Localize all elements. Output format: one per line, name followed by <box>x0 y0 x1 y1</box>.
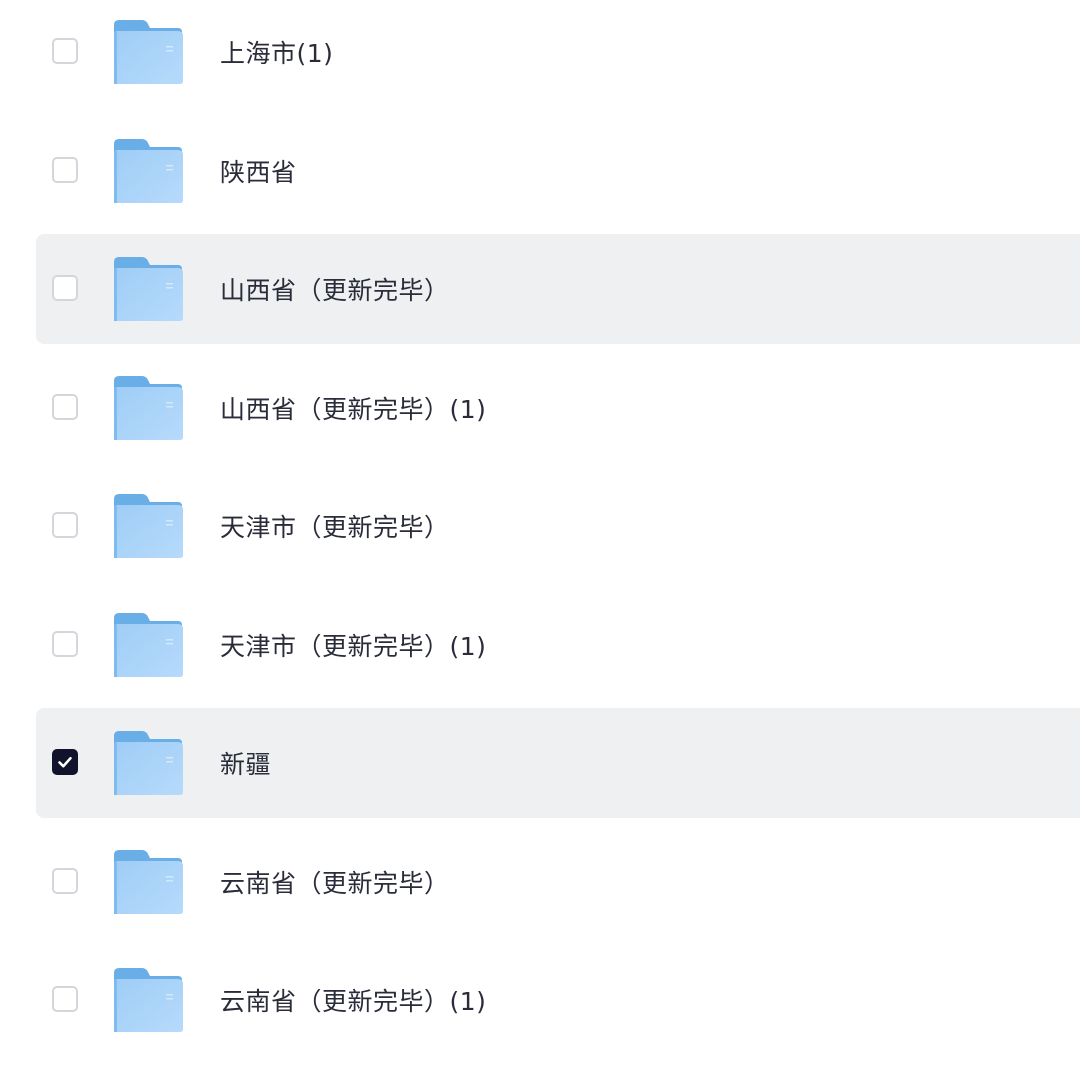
file-row-3[interactable]: 山西省（更新完毕） <box>36 234 1080 344</box>
file-row-6[interactable]: 天津市（更新完毕）(1) <box>36 590 1080 700</box>
folder-icon <box>112 730 184 796</box>
file-row-1[interactable]: 上海市(1) <box>36 0 1080 107</box>
row-checkbox[interactable] <box>52 38 78 64</box>
folder-icon <box>112 493 184 559</box>
file-row-5[interactable]: 天津市（更新完毕） <box>36 471 1080 581</box>
folder-icon <box>112 967 184 1033</box>
folder-icon <box>112 849 184 915</box>
file-row-2[interactable]: 陕西省 <box>36 116 1080 226</box>
folder-icon <box>112 19 184 85</box>
file-row-7[interactable]: 新疆 <box>36 708 1080 818</box>
row-checkbox[interactable] <box>52 512 78 538</box>
file-name: 云南省（更新完毕）(1) <box>220 987 487 1016</box>
folder-icon <box>112 138 184 204</box>
row-checkbox[interactable] <box>52 867 78 894</box>
folder-icon <box>112 612 184 678</box>
row-checkbox[interactable] <box>52 630 78 657</box>
row-checkbox[interactable] <box>52 393 78 420</box>
file-row-4[interactable]: 山西省（更新完毕）(1) <box>36 353 1080 463</box>
check-icon <box>58 756 72 768</box>
folder-icon <box>112 256 184 322</box>
file-list: 上海市(1) 陕西省 山西省（更新完毕） 山西省（更新完毕）(1) 天津市（更新… <box>0 0 1080 1072</box>
file-name: 天津市（更新完毕）(1) <box>220 631 487 661</box>
file-name: 陕西省 <box>220 157 297 187</box>
row-checkbox[interactable] <box>52 156 78 183</box>
file-name: 新疆 <box>220 750 272 779</box>
file-row-9[interactable]: 云南省（更新完毕）(1) <box>36 945 1080 1055</box>
folder-icon <box>112 375 184 441</box>
file-name: 天津市（更新完毕） <box>220 513 450 542</box>
file-name: 上海市(1) <box>220 39 334 68</box>
file-name: 山西省（更新完毕）(1) <box>220 394 487 424</box>
row-checkbox-checked[interactable] <box>52 749 78 775</box>
row-checkbox[interactable] <box>52 275 78 301</box>
file-name: 山西省（更新完毕） <box>220 276 450 305</box>
file-name: 云南省（更新完毕） <box>220 868 450 898</box>
file-row-8[interactable]: 云南省（更新完毕） <box>36 827 1080 937</box>
row-checkbox[interactable] <box>52 986 78 1012</box>
